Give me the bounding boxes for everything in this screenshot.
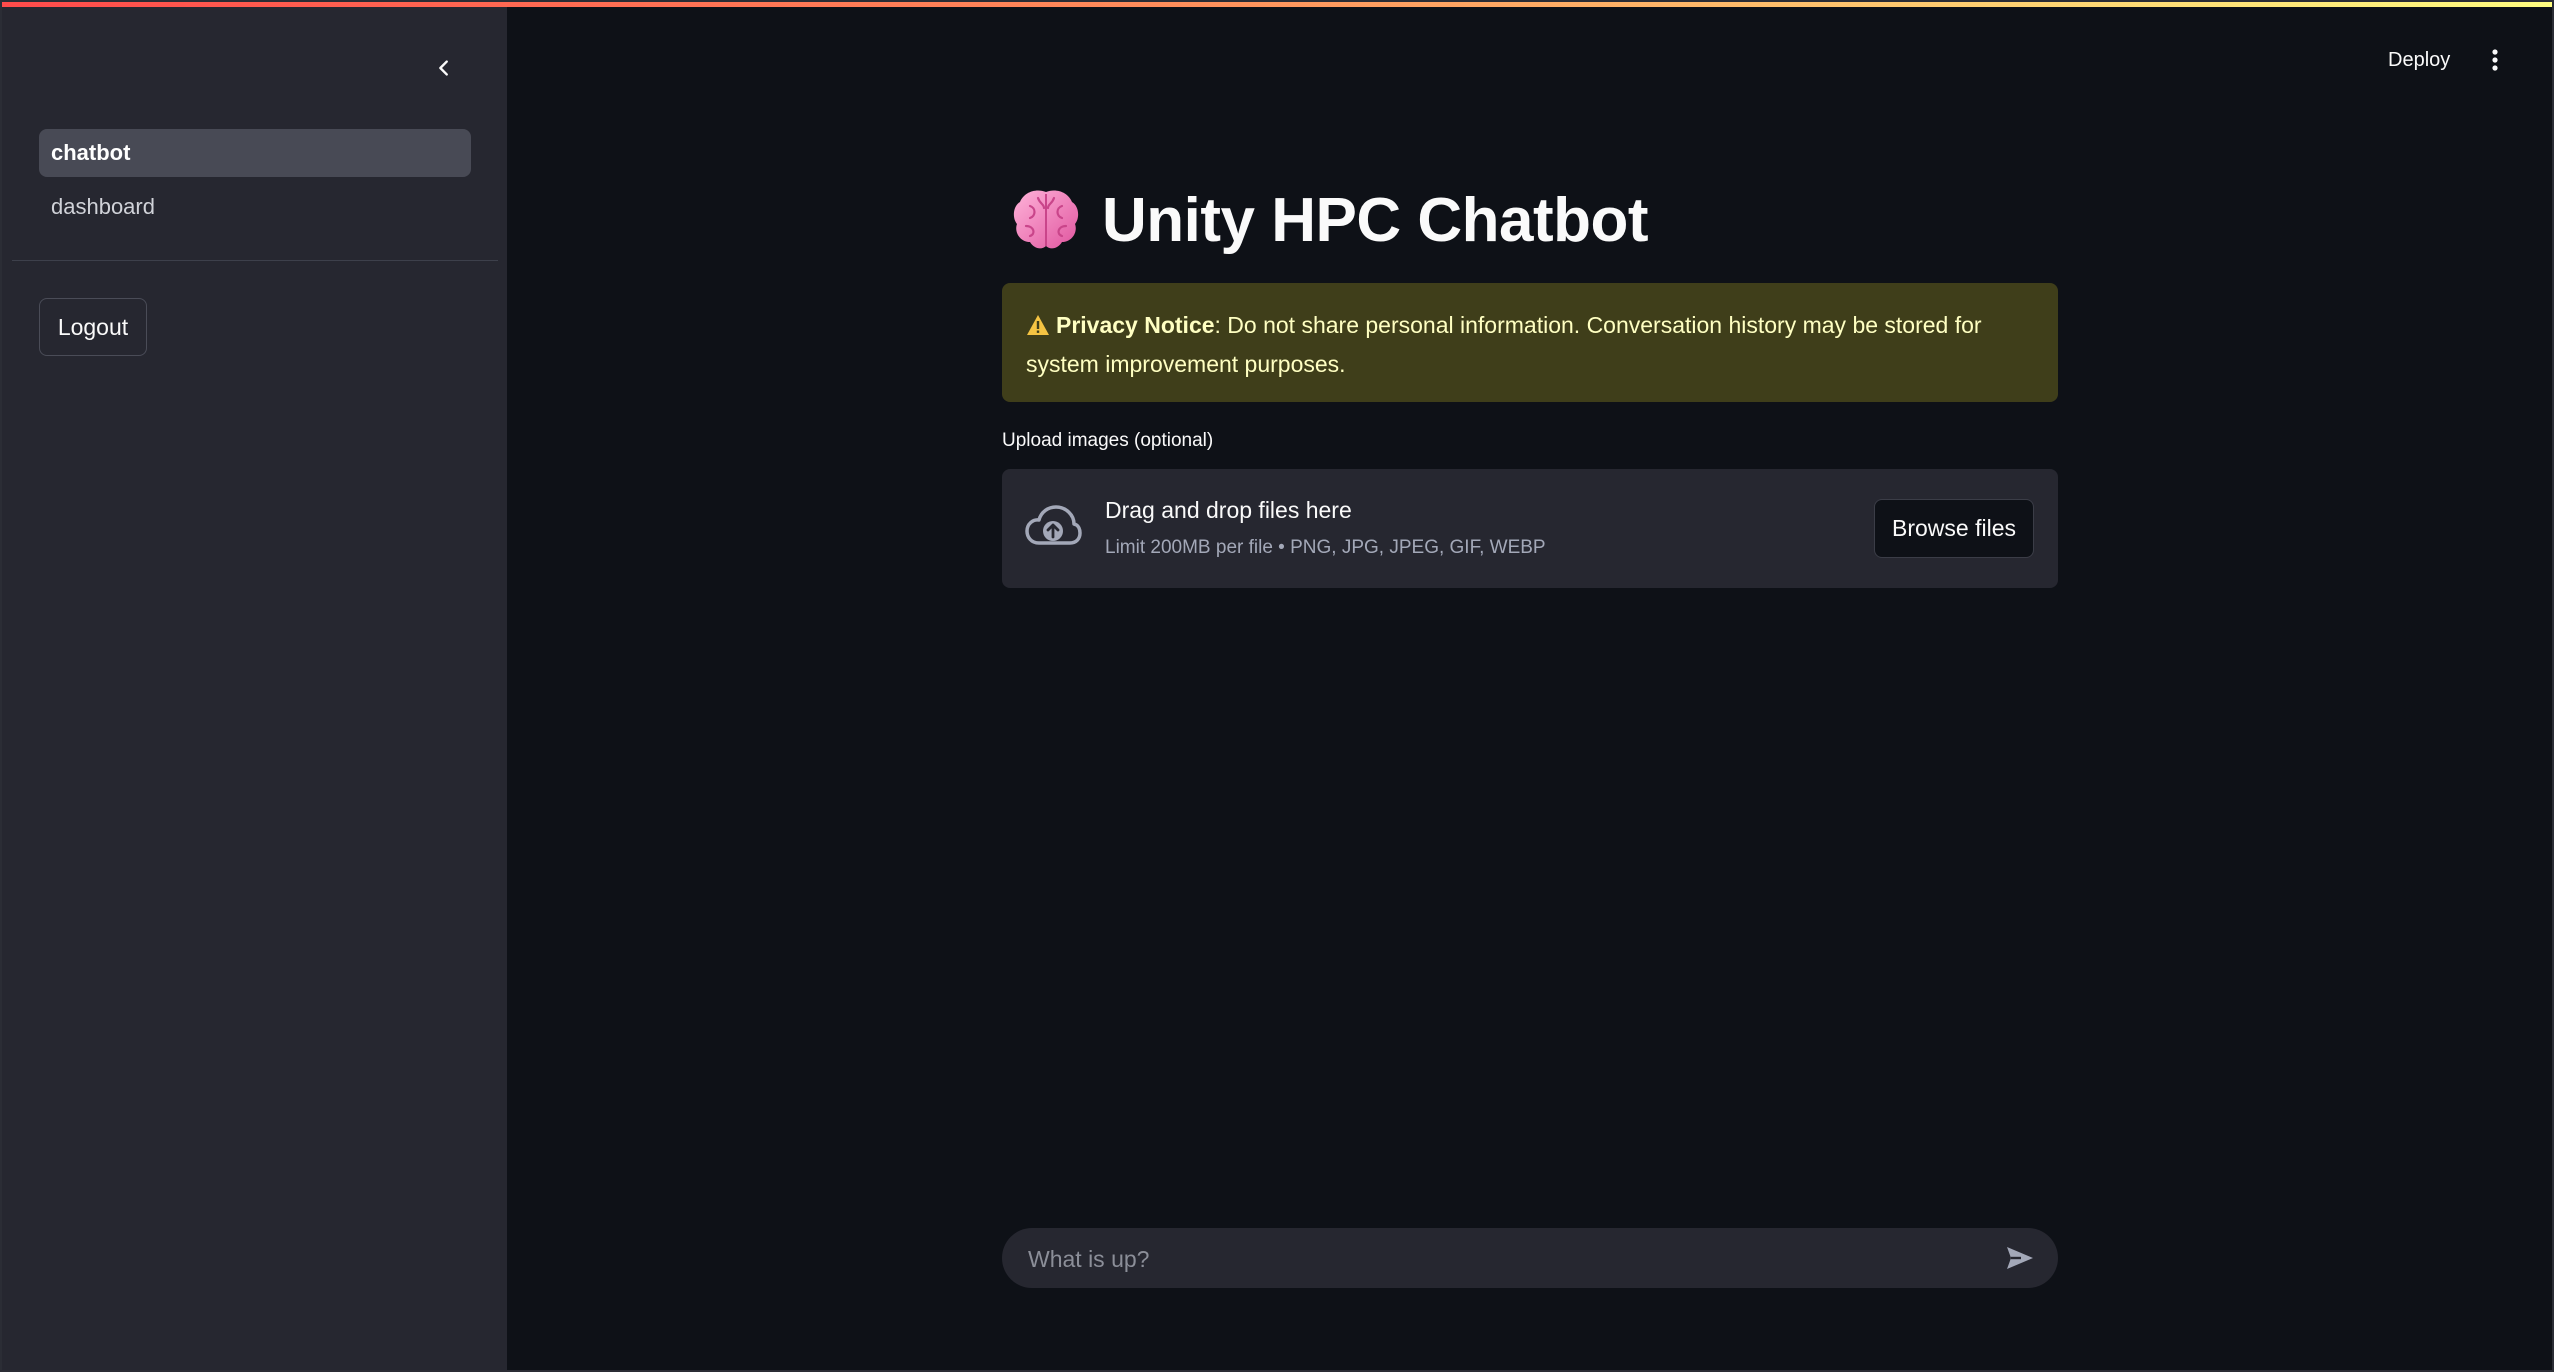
sidebar-item-chatbot[interactable]: chatbot [39,129,471,177]
warning-icon [1026,310,1050,346]
sidebar-item-label: dashboard [51,194,155,219]
privacy-notice-heading: Privacy Notice [1056,312,1215,338]
collapse-sidebar-button[interactable] [424,48,464,88]
send-icon [2007,1247,2033,1269]
deploy-button[interactable]: Deploy [2380,40,2458,80]
chevron-left-icon [439,60,448,76]
chat-input[interactable] [1026,1228,1970,1290]
page-title: Unity HPC Chatbot [1102,185,1649,255]
cloud-upload-icon [1025,505,1082,545]
main-menu-button[interactable] [2477,40,2513,80]
privacy-notice-alert: Privacy Notice: Do not share personal in… [1002,283,2058,402]
title-row: Unity HPC Chatbot [1002,180,1649,260]
top-decoration-bar [2,2,2552,7]
dropzone-subtitle: Limit 200MB per file • PNG, JPG, JPEG, G… [1105,537,1546,558]
sidebar: chatbot dashboard Logout [2,2,507,1370]
kebab-menu-icon [2492,49,2498,71]
dropzone-title: Drag and drop files here [1105,497,1352,523]
uploader-label: Upload images (optional) [1002,430,1214,451]
brain-icon [1013,190,1079,249]
browse-files-button[interactable]: Browse files [1874,499,2034,558]
sidebar-item-label: chatbot [51,140,131,165]
logout-button[interactable]: Logout [39,298,147,356]
file-dropzone[interactable]: Drag and drop files here Limit 200MB per… [1002,469,2058,588]
sidebar-item-dashboard[interactable]: dashboard [39,183,471,231]
sidebar-nav: chatbot dashboard [39,129,471,237]
sidebar-divider [12,260,498,261]
app-window: chatbot dashboard Logout Deploy Unity HP… [0,0,2554,1372]
chat-input-bar [1002,1228,2058,1290]
send-button[interactable] [2000,1238,2040,1278]
